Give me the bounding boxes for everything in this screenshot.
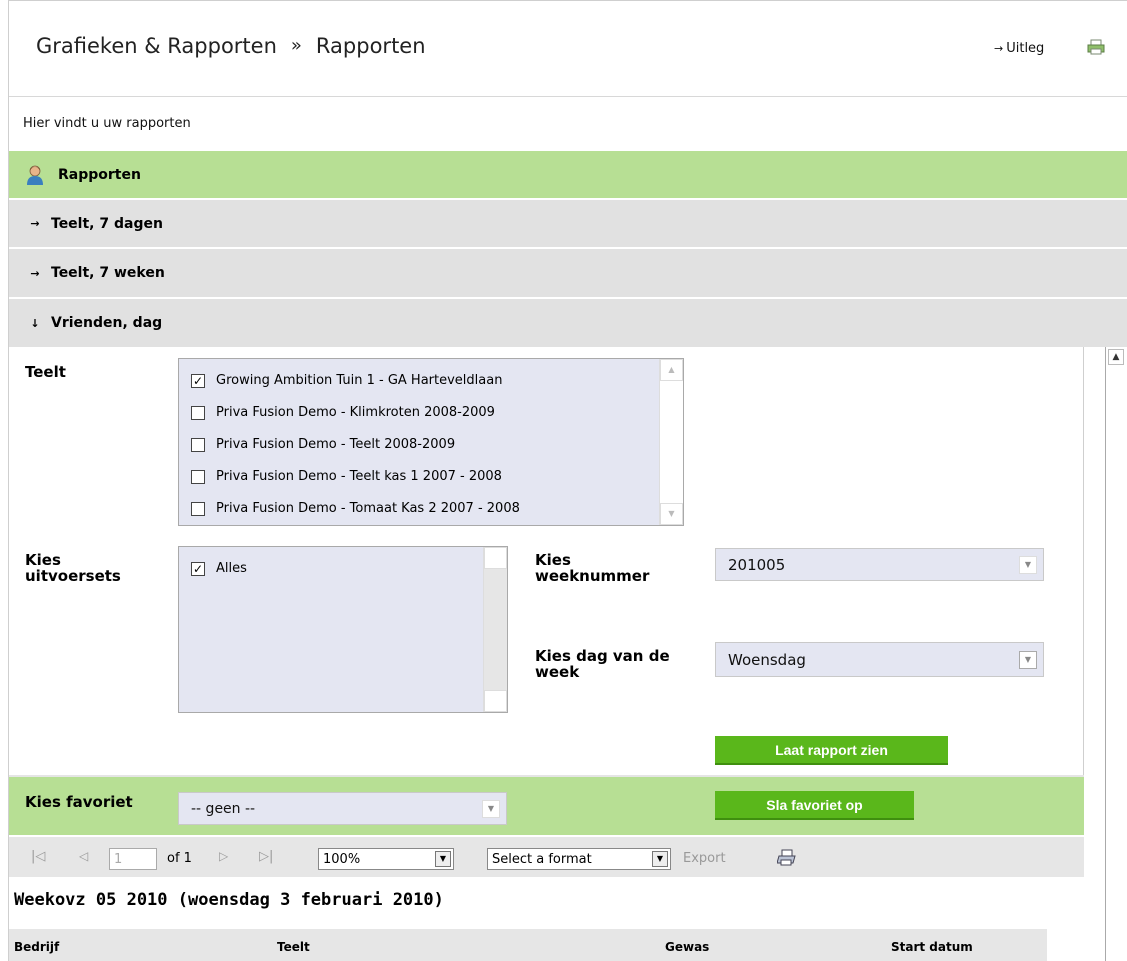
uitvoerset-option-label: Alles (216, 561, 247, 576)
format-select[interactable]: Select a format ▼ (487, 848, 671, 870)
favorite-select[interactable]: -- geen -- ▼ (178, 792, 507, 825)
dag-value: Woensdag (728, 650, 806, 669)
uitvoersets-listbox[interactable]: ✓ Alles (178, 546, 508, 713)
favorite-value: -- geen -- (191, 800, 256, 817)
teelt-listbox[interactable]: ✓ Growing Ambition Tuin 1 - GA Harteveldl… (178, 358, 684, 526)
section-vrienden-dag[interactable]: ↓ Vrienden, dag (9, 297, 1127, 347)
listbox-scrollbar[interactable] (483, 547, 507, 712)
uitvoerset-option[interactable]: ✓ Alles (191, 561, 247, 576)
chevron-down-icon[interactable]: ▼ (652, 851, 668, 867)
previous-page-icon[interactable]: ◁ (79, 849, 88, 863)
breadcrumb: Grafieken & Rapporten » Rapporten (36, 34, 426, 58)
arrow-down-icon: ↓ (30, 316, 40, 330)
listbox-scrollbar[interactable]: ▲ ▼ (659, 359, 683, 525)
column-header-teelt: Teelt (277, 940, 310, 954)
page-frame: Grafieken & Rapporten» Rapporten → Uitleg … (8, 0, 1127, 961)
chevron-down-icon[interactable]: ▼ (482, 799, 500, 818)
report-toolbar: |◁ ◁ 1 of 1 ▷ ▷| 100% ▼ Select a format … (9, 837, 1084, 877)
section-teelt-7-dagen[interactable]: → Teelt, 7 dagen (9, 198, 1127, 247)
report-parameters-panel: Teelt ✓ Growing Ambition Tuin 1 - GA Hart… (9, 347, 1084, 775)
page-count-label: of 1 (167, 851, 192, 866)
favorites-bar: Kies favoriet -- geen -- ▼ Sla favoriet … (9, 775, 1084, 835)
teelt-option-label: Growing Ambition Tuin 1 - GA Harteveldla… (216, 373, 503, 388)
arrow-right-icon: → (30, 266, 40, 280)
teelt-option[interactable]: Priva Fusion Demo - Tomaat Kas 2 2007 - … (191, 501, 520, 516)
weeknummer-value: 201005 (728, 555, 786, 574)
column-header-gewas: Gewas (665, 940, 710, 954)
breadcrumb-separator: » (290, 35, 302, 56)
scroll-up-button[interactable] (484, 547, 507, 569)
favorite-label: Kies favoriet (25, 793, 133, 811)
dag-label-line1: Kies dag van de (535, 647, 670, 665)
teelt-option-label: Priva Fusion Demo - Klimkroten 2008-2009 (216, 405, 495, 420)
dag-label-line2: week (535, 663, 580, 681)
uitleg-label: Uitleg (1006, 41, 1045, 56)
next-page-icon[interactable]: ▷ (219, 849, 228, 863)
chevron-down-icon[interactable]: ▼ (1019, 650, 1037, 669)
chevron-down-icon[interactable]: ▼ (435, 851, 451, 867)
page-title: Rapporten (315, 34, 426, 58)
teelt-option-label: Priva Fusion Demo - Teelt 2008-2009 (216, 437, 456, 452)
format-value: Select a format (492, 851, 592, 867)
column-header-start-datum: Start datum (891, 940, 973, 954)
export-link[interactable]: Export (683, 851, 726, 866)
page-number-input[interactable]: 1 (109, 848, 157, 870)
checkbox[interactable] (191, 469, 205, 484)
scroll-up-icon[interactable]: ▲ (1108, 349, 1124, 365)
last-page-icon[interactable]: ▷| (259, 849, 273, 864)
uitvoersets-label-line1: Kies (25, 551, 61, 569)
person-icon (27, 165, 43, 185)
printer-icon[interactable] (1087, 39, 1105, 55)
checkbox[interactable] (191, 405, 205, 420)
checkbox-checked[interactable]: ✓ (191, 561, 205, 576)
weeknummer-select[interactable]: 201005 ▼ (715, 548, 1044, 581)
chevron-down-icon[interactable]: ▼ (1019, 555, 1037, 574)
report-table-header: Bedrijf Teelt Gewas Start datum (9, 929, 1047, 961)
page-header: Grafieken & Rapporten » Rapporten → Uitleg (9, 0, 1127, 97)
weeknummer-label-line2: weeknummer (535, 567, 650, 585)
column-header-bedrijf: Bedrijf (14, 940, 60, 954)
teelt-option[interactable]: Priva Fusion Demo - Klimkroten 2008-2009 (191, 405, 495, 420)
intro-text: Hier vindt u uw rapporten (23, 116, 191, 131)
report-title: Weekovz 05 2010 (woensdag 3 februari 201… (14, 890, 444, 910)
checkbox-checked[interactable]: ✓ (191, 373, 205, 388)
section-label: Vrienden, dag (51, 315, 163, 331)
section-rapporten[interactable]: Rapporten (9, 151, 1127, 198)
dag-select[interactable]: Woensdag ▼ (715, 642, 1044, 677)
print-icon[interactable] (777, 849, 797, 867)
section-teelt-7-weken[interactable]: → Teelt, 7 weken (9, 247, 1127, 297)
teelt-label: Teelt (25, 363, 66, 381)
teelt-option-label: Priva Fusion Demo - Tomaat Kas 2 2007 - … (216, 501, 520, 516)
breadcrumb-root[interactable]: Grafieken & Rapporten (36, 34, 277, 58)
teelt-option-label: Priva Fusion Demo - Teelt kas 1 2007 - 2… (216, 469, 502, 484)
arrow-right-icon: → (994, 42, 1004, 55)
zoom-value: 100% (323, 851, 361, 867)
first-page-icon[interactable]: |◁ (31, 849, 45, 864)
teelt-option[interactable]: Priva Fusion Demo - Teelt kas 1 2007 - 2… (191, 469, 502, 484)
teelt-option[interactable]: Priva Fusion Demo - Teelt 2008-2009 (191, 437, 455, 452)
page-scrollbar[interactable]: ▲ (1105, 347, 1127, 961)
checkbox[interactable] (191, 501, 205, 516)
weeknummer-label-line1: Kies (535, 551, 571, 569)
scroll-down-button[interactable] (484, 690, 507, 712)
section-label: Teelt, 7 dagen (51, 215, 163, 232)
section-label: Rapporten (58, 166, 141, 183)
uitvoersets-label-line2: uitvoersets (25, 567, 121, 585)
save-favorite-button[interactable]: Sla favoriet op (715, 791, 914, 820)
teelt-option[interactable]: ✓ Growing Ambition Tuin 1 - GA Harteveldl… (191, 373, 502, 388)
arrow-right-icon: → (30, 217, 40, 230)
show-report-button[interactable]: Laat rapport zien (715, 736, 948, 765)
section-label: Teelt, 7 weken (51, 265, 165, 281)
zoom-select[interactable]: 100% ▼ (318, 848, 454, 870)
checkbox[interactable] (191, 437, 205, 452)
scroll-up-icon[interactable]: ▲ (660, 359, 683, 381)
uitleg-link[interactable]: → Uitleg (994, 41, 1044, 56)
scroll-down-icon[interactable]: ▼ (660, 503, 683, 525)
